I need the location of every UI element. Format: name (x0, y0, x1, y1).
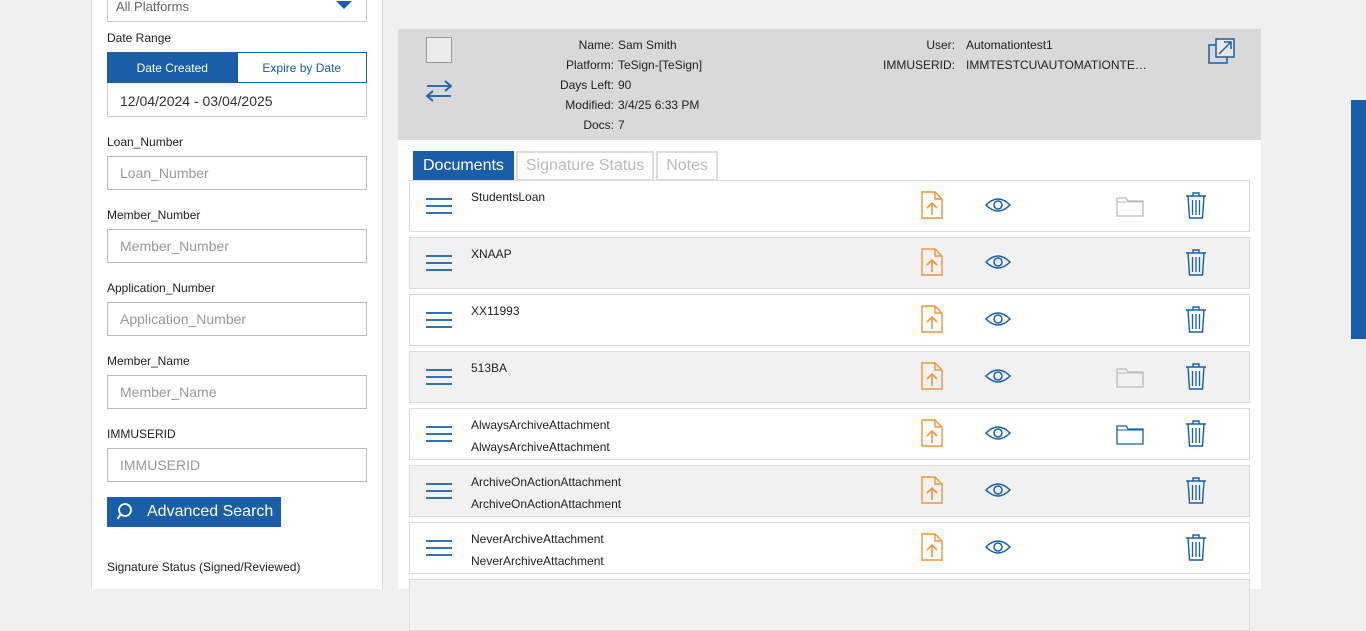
platform-select-value: All Platforms (116, 0, 189, 14)
document-name: NeverArchiveAttachment (471, 532, 604, 546)
toggle-expire-by-date[interactable]: Expire by Date (236, 53, 366, 82)
document-name: ArchiveOnActionAttachment (471, 475, 622, 489)
document-name: StudentsLoan (471, 190, 546, 204)
tab-notes[interactable]: Notes (656, 151, 719, 181)
menu-icon[interactable] (426, 197, 452, 215)
document-row[interactable] (409, 579, 1250, 631)
info-name-key: Name: (578, 38, 614, 52)
upload-icon[interactable] (921, 419, 943, 447)
loan-number-input[interactable] (107, 156, 367, 190)
document-tabs: Documents Signature Status Notes (413, 151, 720, 181)
document-subname: ArchiveOnActionAttachment (471, 497, 622, 511)
trash-icon[interactable] (1185, 192, 1207, 219)
eye-icon[interactable] (985, 311, 1011, 327)
select-checkbox[interactable] (426, 37, 452, 63)
document-row[interactable]: NeverArchiveAttachment NeverArchiveAttach… (409, 522, 1250, 574)
tab-documents[interactable]: Documents (413, 151, 514, 181)
upload-icon[interactable] (921, 533, 943, 561)
upload-icon[interactable] (921, 362, 943, 390)
package-info-header: Name: Sam Smith Platform: TeSign-[TeSign… (398, 29, 1261, 140)
document-name: 513BA (471, 361, 508, 375)
eye-icon[interactable] (985, 425, 1011, 441)
application-number-label: Application_Number (107, 281, 216, 295)
date-range-input[interactable]: 12/04/2024 - 03/04/2025 (107, 83, 367, 117)
tab-signature-status[interactable]: Signature Status (515, 151, 655, 181)
info-platform-key: Platform: (565, 58, 614, 72)
trash-icon[interactable] (1185, 363, 1207, 390)
filter-panel: All Platforms Date Range Date Created Ex… (91, 0, 383, 589)
document-name: XNAAP (471, 247, 512, 261)
chevron-down-icon (336, 1, 352, 9)
menu-icon[interactable] (426, 425, 452, 443)
date-range-label: Date Range (107, 31, 172, 45)
eye-icon[interactable] (985, 254, 1011, 270)
application-number-input[interactable] (107, 302, 367, 336)
immuserid-label: IMMUSERID (107, 427, 176, 441)
folder-icon[interactable] (1116, 195, 1144, 217)
info-user-key: User: (926, 38, 955, 52)
document-row[interactable]: 513BA (409, 351, 1250, 403)
info-immuserid-key: IMMUSERID: (883, 58, 955, 72)
trash-icon[interactable] (1185, 249, 1207, 276)
trash-icon[interactable] (1185, 534, 1207, 561)
member-number-label: Member_Number (107, 208, 201, 222)
document-name: AlwaysArchiveAttachment (471, 418, 610, 432)
document-subname: AlwaysArchiveAttachment (471, 440, 610, 454)
menu-icon[interactable] (426, 311, 452, 329)
immuserid-input[interactable] (107, 448, 367, 482)
popout-icon[interactable] (1208, 38, 1236, 64)
upload-icon[interactable] (921, 476, 943, 504)
document-name: XX11993 (471, 304, 520, 318)
info-platform-value: TeSign-[TeSign] (618, 58, 703, 72)
menu-icon[interactable] (426, 368, 452, 386)
eye-icon[interactable] (985, 197, 1011, 213)
trash-icon[interactable] (1185, 420, 1207, 447)
side-scrollbar[interactable] (1351, 100, 1366, 339)
member-name-label: Member_Name (107, 354, 190, 368)
eye-icon[interactable] (985, 482, 1011, 498)
trash-icon[interactable] (1185, 477, 1207, 504)
platform-select[interactable]: All Platforms (107, 0, 367, 22)
member-number-input[interactable] (107, 229, 367, 263)
info-docs-key: Docs: (583, 118, 614, 132)
advanced-search-label: Advanced Search (147, 503, 274, 520)
signature-status-label: Signature Status (Signed/Reviewed) (107, 560, 301, 574)
menu-icon[interactable] (426, 539, 452, 557)
eye-icon[interactable] (985, 368, 1011, 384)
document-subname: NeverArchiveAttachment (471, 554, 604, 568)
search-icon (117, 503, 132, 520)
folder-icon[interactable] (1116, 423, 1144, 445)
menu-icon[interactable] (426, 482, 452, 500)
info-name-value: Sam Smith (618, 38, 677, 52)
document-row[interactable]: StudentsLoan (409, 180, 1250, 232)
document-row[interactable]: AlwaysArchiveAttachment AlwaysArchiveAtta… (409, 408, 1250, 460)
trash-icon[interactable] (1185, 306, 1207, 333)
toggle-date-created[interactable]: Date Created (108, 53, 237, 82)
advanced-search-button[interactable]: Advanced Search (107, 497, 281, 527)
info-immuserid-value: IMMTESTCU\AUTOMATIONTE… (966, 58, 1147, 72)
info-user-value: Automationtest1 (966, 38, 1053, 52)
info-modified-key: Modified: (565, 98, 614, 112)
member-name-input[interactable] (107, 375, 367, 409)
document-package-panel: Name: Sam Smith Platform: TeSign-[TeSign… (398, 29, 1261, 631)
info-days-left-key: Days Left: (559, 78, 614, 92)
info-modified-value: 3/4/25 6:33 PM (618, 98, 700, 112)
eye-icon[interactable] (985, 539, 1011, 555)
document-row[interactable]: XNAAP (409, 237, 1250, 289)
folder-icon[interactable] (1116, 366, 1144, 388)
document-row[interactable]: XX11993 (409, 294, 1250, 346)
menu-icon[interactable] (426, 254, 452, 272)
info-docs-value: 7 (618, 118, 625, 132)
document-row[interactable]: ArchiveOnActionAttachment ArchiveOnAction… (409, 465, 1250, 517)
loan-number-label: Loan_Number (107, 135, 184, 149)
upload-icon[interactable] (921, 248, 943, 276)
info-days-left-value: 90 (618, 78, 632, 92)
upload-icon[interactable] (921, 305, 943, 333)
swap-arrows-icon[interactable] (425, 79, 453, 103)
date-type-toggle: Date Created Expire by Date (107, 52, 367, 83)
upload-icon[interactable] (921, 191, 943, 219)
